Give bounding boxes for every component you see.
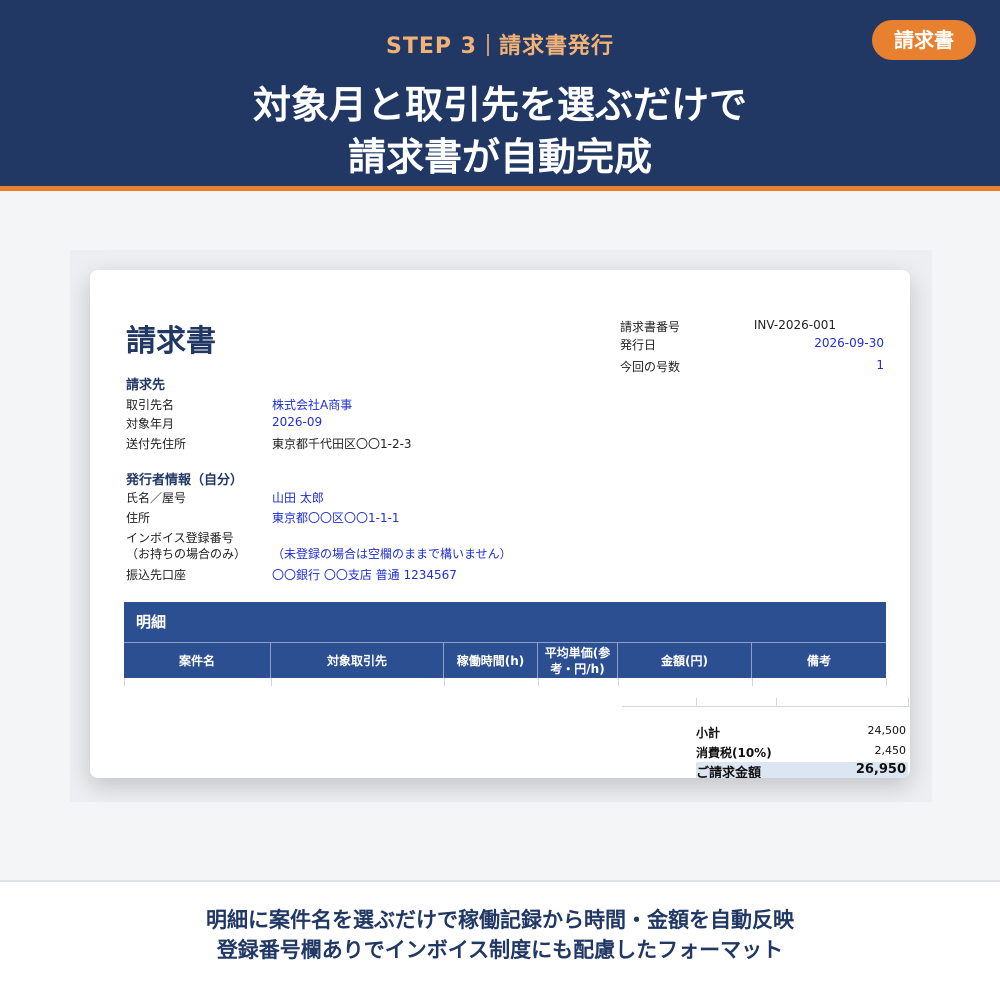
invoice-reg-value[interactable]: （未登録の場合は空欄のままで構いません） — [272, 545, 512, 562]
detail-section-header: 明細 — [124, 602, 886, 642]
client-name-label: 取引先名 — [126, 398, 175, 412]
invoice-number-row: 請求書番号 INV-2026-001 — [620, 318, 884, 334]
issue-count-value[interactable]: 1 — [876, 358, 884, 372]
category-tag: 請求書 — [872, 20, 976, 60]
step-title: 請求書発行 — [498, 34, 614, 59]
issuer-address-value[interactable]: 東京都〇〇区〇〇1-1-1 — [272, 509, 400, 526]
table-grid-line — [886, 678, 887, 686]
issue-date-value[interactable]: 2026-09-30 — [814, 336, 884, 350]
summary-grid-tick — [696, 698, 697, 706]
target-month-label: 対象年月 — [126, 417, 175, 431]
header-accent-line — [0, 186, 1000, 191]
invoice-reg-label-row: インボイス登録番号 — [126, 529, 826, 545]
tax-row: 消費税(10%) 2,450 — [696, 744, 908, 762]
step-separator — [486, 34, 489, 56]
detail-table-header: 案件名 対象取引先 稼働時間(h) 平均単価(参考・円/h) 金額(円) 備考 — [124, 642, 886, 678]
issuer-name-row: 氏名／屋号 山田 太郎 — [126, 489, 826, 505]
column-header-client[interactable]: 対象取引先 — [271, 643, 444, 678]
headline-line-1: 対象月と取引先を選ぶだけで — [252, 83, 747, 127]
issue-date-label: 発行日 — [620, 338, 657, 352]
issuer-section-title: 発行者情報（自分） — [126, 473, 244, 488]
bank-account-value[interactable]: 〇〇銀行 〇〇支店 普通 1234567 — [272, 566, 457, 583]
headline-line-2: 請求書が自動完成 — [347, 135, 652, 179]
summary-grid-tick — [908, 698, 909, 706]
invoice-reg-label: インボイス登録番号 — [126, 531, 234, 545]
step-number: STEP 3 — [386, 34, 477, 59]
issue-count-label: 今回の号数 — [620, 360, 681, 374]
issue-date-row: 発行日 2026-09-30 — [620, 336, 884, 352]
invoice-title: 請求書 — [126, 324, 216, 359]
total-value: 26,950 — [855, 762, 906, 777]
invoice-sheet: 請求書 請求書番号 INV-2026-001 発行日 2026-09-30 今回… — [90, 270, 910, 778]
issuer-address-row: 住所 東京都〇〇区〇〇1-1-1 — [126, 509, 826, 525]
table-grid-line — [538, 678, 539, 686]
invoice-number-label: 請求書番号 — [620, 320, 681, 334]
bank-account-row: 振込先口座 〇〇銀行 〇〇支店 普通 1234567 — [126, 566, 826, 582]
subtotal-label: 小計 — [696, 726, 721, 740]
column-header-rate[interactable]: 平均単価(参考・円/h) — [538, 643, 618, 678]
billing-address-row: 送付先住所 東京都千代田区〇〇1-2-3 — [126, 435, 826, 451]
invoice-reg-sublabel: （お持ちの場合のみ） — [126, 547, 247, 561]
invoice-number-value[interactable]: INV-2026-001 — [754, 318, 836, 332]
subtotal-row: 小計 24,500 — [696, 724, 908, 742]
step-label: STEP 3 請求書発行 — [0, 28, 1000, 60]
total-row: ご請求金額 26,950 — [696, 762, 908, 778]
total-label: ご請求金額 — [696, 766, 762, 778]
column-header-hours[interactable]: 稼働時間(h) — [444, 643, 538, 678]
table-grid-line — [271, 678, 272, 686]
table-grid-line — [618, 678, 619, 686]
issuer-name-label: 氏名／屋号 — [126, 491, 187, 505]
issue-count-row: 今回の号数 1 — [620, 358, 884, 374]
send-address-value[interactable]: 東京都千代田区〇〇1-2-3 — [272, 435, 412, 452]
issuer-address-label: 住所 — [126, 511, 151, 525]
column-header-notes[interactable]: 備考 — [752, 643, 886, 678]
issuer-name-value[interactable]: 山田 太郎 — [272, 489, 324, 506]
subtotal-value: 24,500 — [867, 724, 907, 737]
footer-caption-line-1: 明細に案件名を選ぶだけで稼働記録から時間・金額を自動反映 — [206, 908, 794, 932]
footer-caption-line-2: 登録番号欄ありでインボイス制度にも配慮したフォーマット — [216, 938, 784, 962]
target-month-value[interactable]: 2026-09 — [272, 415, 322, 429]
table-grid-line — [124, 678, 125, 686]
column-header-amount[interactable]: 金額(円) — [618, 643, 752, 678]
tax-label: 消費税(10%) — [696, 746, 772, 760]
summary-top-border — [622, 706, 910, 707]
table-grid-line — [444, 678, 445, 686]
client-name-value[interactable]: 株式会社A商事 — [272, 396, 352, 413]
summary-grid-tick — [776, 698, 777, 706]
send-address-label: 送付先住所 — [126, 437, 187, 451]
column-header-project[interactable]: 案件名 — [124, 643, 271, 678]
billing-client-row: 取引先名 株式会社A商事 — [126, 396, 826, 412]
table-grid-line — [752, 678, 753, 686]
tax-value: 2,450 — [874, 744, 907, 757]
billing-month-row: 対象年月 2026-09 — [126, 415, 826, 431]
invoice-reg-note-row: （お持ちの場合のみ） （未登録の場合は空欄のままで構いません） — [126, 545, 826, 561]
billing-section-title: 請求先 — [126, 378, 166, 393]
bank-account-label: 振込先口座 — [126, 568, 187, 582]
